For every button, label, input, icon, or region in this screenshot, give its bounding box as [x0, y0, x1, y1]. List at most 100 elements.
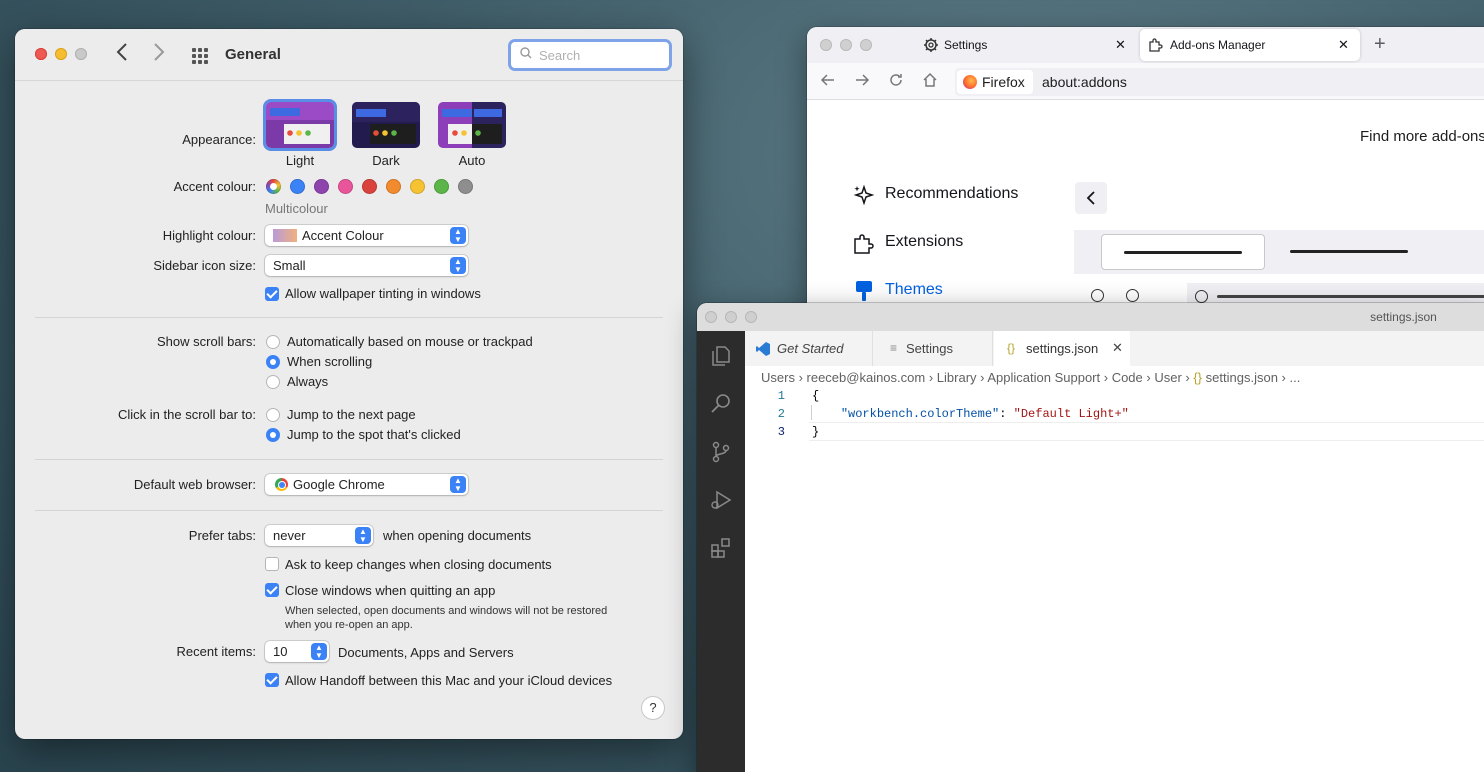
- back-button[interactable]: [116, 42, 128, 66]
- appearance-light-caption: Light: [285, 153, 315, 168]
- appearance-auto-thumbnail[interactable]: [438, 102, 506, 148]
- close-windows-checkbox[interactable]: [265, 583, 279, 597]
- scroll-bars-always-radio[interactable]: [266, 375, 280, 389]
- handoff-label: Allow Handoff between this Mac and your …: [285, 673, 613, 688]
- breadcrumb-item[interactable]: Code: [1112, 370, 1143, 385]
- theme-radio[interactable]: [1126, 289, 1139, 302]
- close-window-button[interactable]: [35, 48, 47, 60]
- back-button[interactable]: [820, 72, 836, 91]
- prefer-tabs-popup[interactable]: never ▲ ▼: [265, 525, 373, 546]
- theme-preview-card[interactable]: [1101, 234, 1265, 270]
- sidebar-icon-size-value: Small: [273, 258, 306, 273]
- accent-swatch-red[interactable]: [362, 179, 377, 194]
- url-bar[interactable]: Firefox about:addons: [955, 68, 1484, 96]
- breadcrumb-item[interactable]: ...: [1289, 370, 1300, 385]
- theme-preview-line: [1290, 250, 1408, 253]
- jump-to-spot-label: Jump to the spot that's clicked: [287, 427, 461, 442]
- tab-close-icon[interactable]: ✕: [1338, 37, 1349, 53]
- handoff-checkbox[interactable]: [265, 673, 279, 687]
- breadcrumb-item[interactable]: User: [1154, 370, 1181, 385]
- scroll-bars-when-scrolling-radio[interactable]: [266, 355, 280, 369]
- tab-settings[interactable]: ≡ Settings: [873, 331, 993, 366]
- forward-button[interactable]: [153, 42, 165, 66]
- firefox-identity-box[interactable]: Firefox: [957, 70, 1033, 94]
- code-line[interactable]: "workbench.colorTheme": "Default Light+": [812, 407, 1129, 421]
- recent-items-popup[interactable]: 10 ▲ ▼: [265, 641, 329, 662]
- tab-get-started-label: Get Started: [777, 341, 844, 356]
- jump-to-spot-radio[interactable]: [266, 428, 280, 442]
- appearance-dark-thumbnail[interactable]: [352, 102, 420, 148]
- source-control-icon[interactable]: [709, 440, 733, 464]
- extensions-icon[interactable]: [709, 536, 733, 560]
- divider: [35, 459, 663, 460]
- wallpaper-tinting-checkbox[interactable]: [265, 287, 279, 301]
- breadcrumb-item[interactable]: settings.json: [1206, 370, 1278, 385]
- home-button[interactable]: [922, 72, 938, 91]
- code-line[interactable]: {: [812, 389, 819, 403]
- code-line[interactable]: }: [812, 425, 819, 439]
- addons-back-button[interactable]: [1075, 182, 1107, 214]
- explorer-files-icon[interactable]: [709, 344, 733, 368]
- window-title: General: [225, 46, 281, 63]
- breadcrumb-item[interactable]: Library: [937, 370, 977, 385]
- ask-keep-changes-checkbox[interactable]: [265, 557, 279, 571]
- help-button[interactable]: ?: [642, 697, 664, 719]
- appearance-auto-caption: Auto: [458, 153, 486, 168]
- search-field[interactable]: [508, 39, 672, 71]
- recent-items-label: Recent items:: [176, 644, 256, 659]
- accent-swatch-orange[interactable]: [386, 179, 401, 194]
- close-window-button[interactable]: [820, 39, 832, 51]
- highlight-colour-popup[interactable]: Accent Colour ▲ ▼: [265, 225, 468, 246]
- divider: [35, 510, 663, 511]
- accent-swatch-pink[interactable]: [338, 179, 353, 194]
- default-browser-popup[interactable]: Google Chrome ▲ ▼: [265, 474, 468, 495]
- accent-swatch-yellow[interactable]: [410, 179, 425, 194]
- current-line-highlight: [809, 422, 1484, 441]
- minimize-window-button[interactable]: [840, 39, 852, 51]
- scroll-bars-automatic-radio[interactable]: [266, 335, 280, 349]
- breadcrumb: Users › reeceb@kainos.com › Library › Ap…: [761, 370, 1301, 385]
- vscode-window-title: settings.json: [1370, 310, 1437, 324]
- sparkle-icon: [853, 184, 875, 206]
- breadcrumb-item[interactable]: Users: [761, 370, 795, 385]
- accent-swatch-green[interactable]: [434, 179, 449, 194]
- show-all-grid-icon[interactable]: [192, 48, 208, 64]
- breadcrumb-item[interactable]: reeceb@kainos.com: [807, 370, 926, 385]
- zoom-window-button[interactable]: [75, 48, 87, 60]
- run-debug-icon[interactable]: [709, 488, 733, 512]
- accent-swatch-purple[interactable]: [314, 179, 329, 194]
- tab-close-icon[interactable]: ✕: [1112, 340, 1123, 356]
- gear-icon: [924, 38, 938, 52]
- search-input[interactable]: [539, 45, 659, 65]
- tab-addons-manager[interactable]: Add-ons Manager ✕: [1140, 29, 1360, 61]
- tab-settings-json[interactable]: {} settings.json ✕: [994, 331, 1130, 366]
- scroll-bars-always-label: Always: [287, 374, 329, 389]
- forward-button[interactable]: [854, 72, 870, 91]
- chevron-right-icon: [154, 43, 165, 61]
- prefer-tabs-label: Prefer tabs:: [188, 528, 256, 543]
- theme-radio[interactable]: [1091, 289, 1104, 302]
- line-number: 2: [777, 407, 785, 421]
- accent-swatch-multicolour[interactable]: [266, 179, 281, 194]
- sidebar-icon-size-popup[interactable]: Small ▲ ▼: [265, 255, 468, 276]
- breadcrumb-item[interactable]: Application Support: [987, 370, 1100, 385]
- tab-get-started[interactable]: Get Started: [745, 331, 873, 366]
- accent-colour-label: Accent colour:: [173, 179, 256, 194]
- click-scroll-bar-label: Click in the scroll bar to:: [118, 407, 256, 422]
- search-icon[interactable]: [709, 392, 733, 416]
- jump-next-page-radio[interactable]: [266, 408, 280, 422]
- theme-radio[interactable]: [1195, 290, 1208, 303]
- new-tab-button[interactable]: +: [1374, 33, 1386, 56]
- reload-button[interactable]: [888, 72, 904, 91]
- zoom-window-button[interactable]: [860, 39, 872, 51]
- accent-swatch-blue[interactable]: [290, 179, 305, 194]
- tab-close-icon[interactable]: ✕: [1115, 37, 1126, 53]
- accent-swatch-graphite[interactable]: [458, 179, 473, 194]
- find-more-addons-label: Find more add-ons: [1360, 128, 1484, 145]
- tab-settings[interactable]: Settings ✕: [917, 29, 1137, 61]
- minimize-window-button[interactable]: [55, 48, 67, 60]
- appearance-light-thumbnail[interactable]: [263, 99, 337, 151]
- search-icon: [520, 47, 532, 59]
- sidebar-item-label: Recommendations: [885, 185, 1019, 202]
- json-key: "workbench.colorTheme": [840, 407, 1000, 421]
